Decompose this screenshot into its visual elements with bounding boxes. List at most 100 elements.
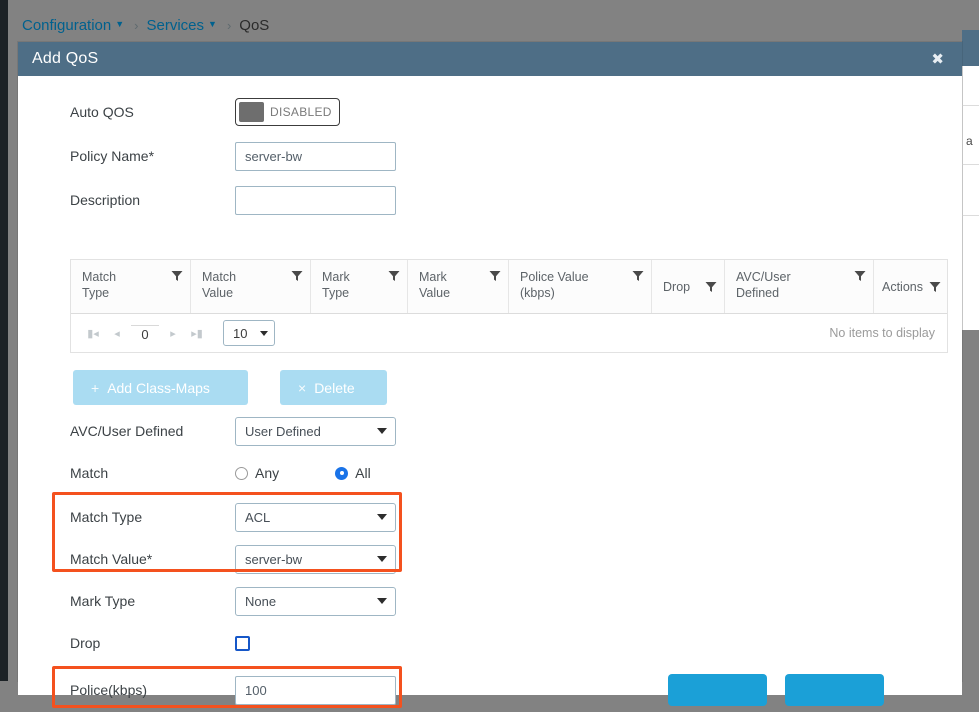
background-page-accent <box>962 30 979 66</box>
avc-user-defined-label: AVC/User Defined <box>70 423 184 439</box>
match-radio-all[interactable]: All <box>335 465 371 481</box>
cancel-button[interactable] <box>785 674 884 706</box>
background-page-text: a <box>966 134 973 148</box>
chevron-down-icon <box>377 514 387 520</box>
mark-type-value: None <box>245 593 277 609</box>
grid-col-label: Mark Type <box>322 270 350 300</box>
row-avc-user-defined: AVC/User Defined User Defined <box>18 409 962 453</box>
match-value-value: server-bw <box>245 551 303 567</box>
filter-icon[interactable] <box>632 270 644 282</box>
delete-button[interactable]: × Delete <box>280 370 387 405</box>
pager-prev-button[interactable]: ◂ <box>105 327 129 340</box>
drop-field <box>235 635 398 651</box>
breadcrumb-label: Configuration <box>22 16 112 34</box>
caret-down-icon: ▼ <box>208 18 217 29</box>
chevron-down-icon <box>377 428 387 434</box>
grid-col-match-value[interactable]: Match Value <box>191 260 311 313</box>
match-value-field: server-bw <box>235 544 398 574</box>
caret-down-icon: ▼ <box>115 18 125 29</box>
delete-label: Delete <box>314 379 355 396</box>
close-icon[interactable]: ✖ <box>927 50 948 69</box>
grid-col-drop[interactable]: Drop <box>652 260 725 313</box>
match-type-select[interactable]: ACL <box>235 502 396 532</box>
breadcrumb-item-services[interactable]: Services ▼ <box>147 17 219 34</box>
breadcrumb-separator-icon: › <box>226 17 232 33</box>
filter-icon[interactable] <box>705 281 717 293</box>
grid-empty-message: No items to display <box>829 326 935 340</box>
avc-user-defined-value: User Defined <box>245 423 321 439</box>
policy-name-input[interactable] <box>235 141 396 171</box>
policy-name-label: Policy Name* <box>70 148 155 164</box>
radio-selected-icon <box>335 466 349 480</box>
policy-name-field <box>235 141 398 171</box>
description-label: Description <box>70 192 141 208</box>
match-value-label: Match Value* <box>70 551 153 567</box>
grid-col-mark-type[interactable]: Mark Type <box>311 260 408 313</box>
breadcrumb: Configuration ▼ › Services ▼ › QoS <box>22 14 269 36</box>
filter-icon[interactable] <box>489 270 501 282</box>
description-input[interactable] <box>235 185 396 215</box>
page-backdrop: a Configuration ▼ › Services ▼ › QoS Add Q… <box>0 0 979 708</box>
auto-qos-field: DISABLED <box>235 98 398 126</box>
chevron-down-icon <box>260 330 268 336</box>
breadcrumb-item-qos: QoS <box>239 16 270 34</box>
grid-col-actions[interactable]: Actions <box>874 260 947 313</box>
breadcrumb-item-configuration[interactable]: Configuration ▼ <box>22 17 126 34</box>
drop-checkbox[interactable] <box>235 635 250 651</box>
pager-first-button[interactable]: ▮◂ <box>81 327 105 340</box>
plus-icon: + <box>91 379 100 396</box>
match-label: Match <box>70 465 109 481</box>
grid-col-label: Police Value (kbps) <box>520 270 589 300</box>
avc-user-defined-field: User Defined <box>235 416 398 446</box>
grid-pager: ▮◂ ◂ 0 ▸ ▸▮ 10 No items to display <box>71 314 947 352</box>
grid-col-mark-value[interactable]: Mark Value <box>408 260 509 313</box>
row-mark-type: Mark Type None <box>18 579 962 623</box>
filter-icon[interactable] <box>388 270 400 282</box>
grid-col-label: AVC/User Defined <box>736 270 791 300</box>
match-radio-all-label: All <box>355 465 371 481</box>
mark-type-label: Mark Type <box>70 593 136 609</box>
dialog-header: Add QoS ✖ <box>18 42 962 76</box>
left-edge-strip <box>0 0 8 681</box>
chevron-down-icon <box>377 598 387 604</box>
match-type-label: Match Type <box>70 509 143 525</box>
grid-col-avc-user-defined[interactable]: AVC/User Defined <box>725 260 874 313</box>
match-radio-group: Any All <box>235 465 535 481</box>
match-radio-any[interactable]: Any <box>235 465 279 481</box>
match-value-select[interactable]: server-bw <box>235 544 396 574</box>
pager-next-button[interactable]: ▸ <box>161 327 185 340</box>
grid-col-match-type[interactable]: Match Type <box>71 260 191 313</box>
filter-icon[interactable] <box>291 270 303 282</box>
grid-header-row: Match Type Match Value Mark Type Mark Va… <box>71 260 947 314</box>
breadcrumb-separator-icon: › <box>134 17 139 33</box>
avc-user-defined-select[interactable]: User Defined <box>235 416 396 446</box>
row-drop: Drop <box>18 621 962 665</box>
grid-col-police-value[interactable]: Police Value (kbps) <box>509 260 652 313</box>
breadcrumb-label: Services <box>146 16 205 34</box>
filter-icon[interactable] <box>854 270 866 282</box>
grid-col-label: Drop <box>663 279 691 294</box>
grid-col-label: Mark Value <box>419 270 451 300</box>
grid-col-label: Match Value <box>202 270 237 300</box>
add-qos-dialog: Add QoS ✖ Auto QOS DISABLED Policy Name* <box>18 42 962 708</box>
match-type-field: ACL <box>235 502 398 532</box>
pager-current-page[interactable]: 0 <box>131 324 159 342</box>
apply-button[interactable] <box>668 674 767 706</box>
dialog-body: Auto QOS DISABLED Policy Name* Descripti… <box>18 90 962 708</box>
pager-page-size-select[interactable]: 10 <box>223 320 275 346</box>
mark-type-select[interactable]: None <box>235 586 396 616</box>
row-match: Match Any All <box>18 451 962 495</box>
match-radio-any-label: Any <box>255 465 280 481</box>
dialog-footer <box>18 674 962 706</box>
add-class-maps-button[interactable]: + Add Class-Maps <box>73 370 248 405</box>
filter-icon[interactable] <box>929 281 941 293</box>
grid-action-buttons: + Add Class-Maps × Delete <box>73 370 387 405</box>
class-maps-grid: Match Type Match Value Mark Type Mark Va… <box>70 259 948 353</box>
auto-qos-toggle[interactable]: DISABLED <box>235 98 340 126</box>
background-page-divider <box>962 215 979 216</box>
pager-last-button[interactable]: ▸▮ <box>185 327 209 340</box>
auto-qos-label: Auto QOS <box>70 104 134 120</box>
mark-type-field: None <box>235 586 398 616</box>
background-page-divider <box>962 105 979 106</box>
filter-icon[interactable] <box>171 270 183 282</box>
